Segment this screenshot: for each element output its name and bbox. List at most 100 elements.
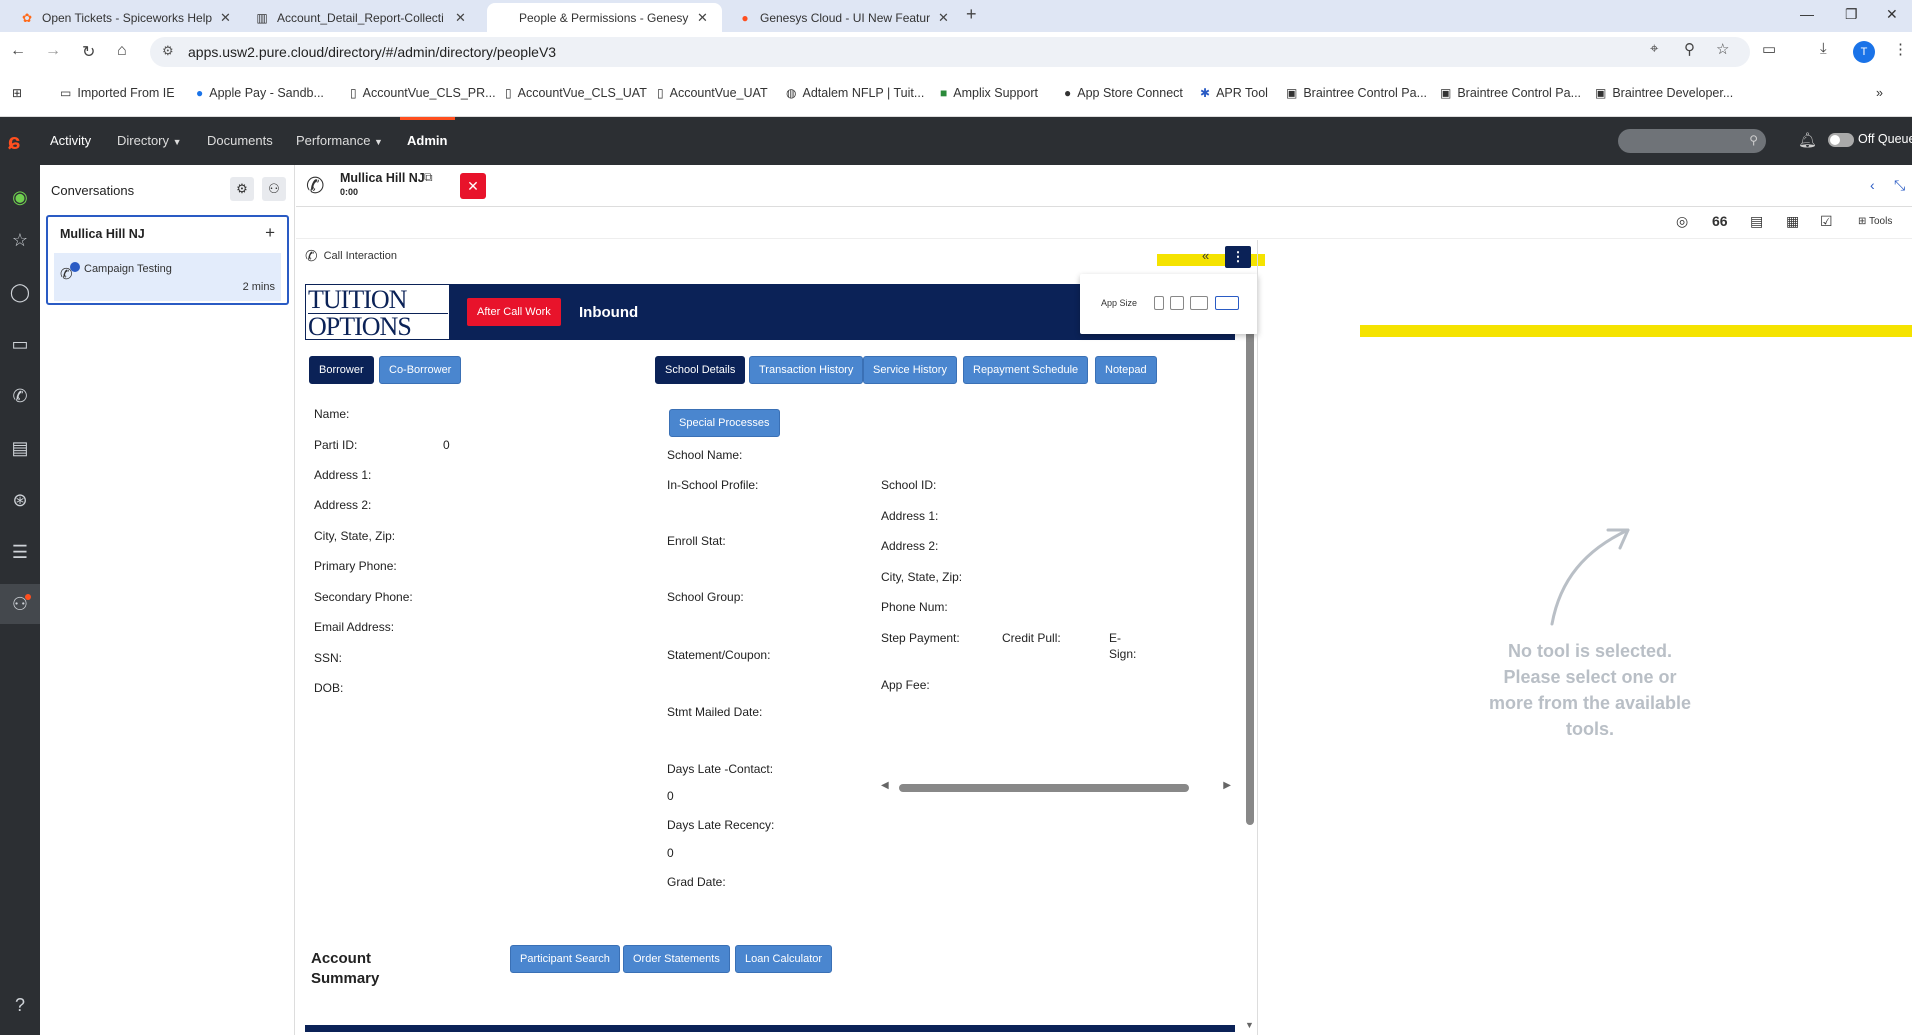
collapse-icon[interactable]: ⤡ <box>1894 177 1905 194</box>
horizontal-scrollbar[interactable]: ◀ ▶ <box>881 780 1231 794</box>
tools-button[interactable]: ⊞ Tools <box>1858 216 1892 227</box>
bookmark-item[interactable]: ▣ Braintree Control Pa... <box>1286 86 1427 100</box>
collapse-panel-icon[interactable]: « <box>1202 248 1209 263</box>
bookmark-item[interactable]: ▯ AccountVue_CLS_PR... <box>350 86 496 100</box>
close-tab-icon[interactable]: ✕ <box>697 10 708 26</box>
after-call-work-badge[interactable]: After Call Work <box>467 298 561 326</box>
wrapup-icon[interactable]: ☑ <box>1820 213 1833 230</box>
bookmark-star-icon[interactable]: ☆ <box>1716 40 1729 58</box>
bookmark-item[interactable]: ■ Amplix Support <box>940 86 1038 100</box>
people-icon[interactable]: ⚇ <box>0 584 40 624</box>
hangup-icon[interactable]: ✕ <box>460 173 486 199</box>
script-icon[interactable]: ▤ <box>1750 213 1763 230</box>
vertical-scrollbar[interactable]: ▼ <box>1245 330 1255 1030</box>
order-statements-button[interactable]: Order Statements <box>623 945 730 973</box>
scroll-right-icon[interactable]: ▶ <box>1223 780 1231 791</box>
support-icon[interactable]: ⊛ <box>0 480 40 520</box>
video-icon[interactable]: ▭ <box>0 324 40 364</box>
close-tab-icon[interactable]: ✕ <box>938 10 949 26</box>
browser-tab-genesys-ui[interactable]: ● Genesys Cloud - UI New Featur ✕ <box>728 3 963 32</box>
chat-icon[interactable]: ◯ <box>0 272 40 312</box>
copy-icon[interactable]: ⧉ <box>424 170 433 185</box>
profile-avatar[interactable]: T <box>1853 41 1875 63</box>
close-tab-icon[interactable]: ✕ <box>455 10 466 26</box>
add-icon[interactable]: + <box>265 223 275 243</box>
nav-activity[interactable]: Activity <box>50 133 91 148</box>
transaction-history-tab[interactable]: Transaction History <box>749 356 864 384</box>
inbox-icon[interactable]: ▤ <box>0 428 40 468</box>
chevron-left-icon[interactable]: ‹ <box>1870 177 1875 193</box>
conversation-card[interactable]: Mullica Hill NJ + ✆ Campaign Testing 2 m… <box>46 215 289 305</box>
bookmark-item[interactable]: ▯ AccountVue_UAT <box>657 86 768 100</box>
add-participant-icon[interactable]: ⚇ <box>262 177 286 201</box>
bookmark-item[interactable]: ✱ APR Tool <box>1200 86 1268 100</box>
apps-grid-icon[interactable]: ⊞ <box>12 86 28 100</box>
reload-icon[interactable]: ↻ <box>82 42 95 62</box>
loan-calculator-button[interactable]: Loan Calculator <box>735 945 833 973</box>
browser-tab-people-permissions[interactable]: People & Permissions - Genesy ✕ <box>487 3 722 32</box>
notepad-tab[interactable]: Notepad <box>1095 356 1157 384</box>
school-details-tab[interactable]: School Details <box>655 356 746 384</box>
close-window-icon[interactable]: ✕ <box>1886 6 1898 23</box>
new-tab-icon[interactable]: + <box>966 4 977 25</box>
participant-search-button[interactable]: Participant Search <box>510 945 620 973</box>
repayment-schedule-tab[interactable]: Repayment Schedule <box>963 356 1089 384</box>
settings-gear-icon[interactable]: ⚙ <box>230 177 254 201</box>
conversation-item[interactable]: ✆ Campaign Testing 2 mins <box>54 253 281 301</box>
nav-admin[interactable]: Admin <box>407 133 447 148</box>
browser-tab-spiceworks[interactable]: ✿ Open Tickets - Spiceworks Help ✕ <box>10 3 245 32</box>
presence-status-icon[interactable]: ◉ <box>0 177 40 217</box>
service-history-tab[interactable]: Service History <box>863 356 957 384</box>
quote-icon[interactable]: 66 <box>1712 213 1728 229</box>
bookmark-item[interactable]: ◍ Adtalem NFLP | Tuit... <box>786 86 924 100</box>
browser-menu-icon[interactable]: ⋮ <box>1893 40 1908 58</box>
restore-icon[interactable]: ❐ <box>1845 6 1858 23</box>
notification-bell-icon[interactable]: 🔔︎ <box>1798 131 1817 149</box>
bookmark-item[interactable]: ▣ Braintree Developer... <box>1595 86 1733 100</box>
bookmark-item[interactable]: ▣ Braintree Control Pa... <box>1440 86 1581 100</box>
download-icon[interactable]: ⤓ <box>1820 40 1827 57</box>
bookmark-item[interactable]: ● App Store Connect <box>1064 86 1183 100</box>
special-processes-button[interactable]: Special Processes <box>669 409 780 437</box>
co-borrower-tab[interactable]: Co-Borrower <box>379 356 462 384</box>
site-info-icon[interactable]: ⚙ <box>162 43 174 59</box>
close-tab-icon[interactable]: ✕ <box>220 10 231 26</box>
phone-icon[interactable]: ✆ <box>0 376 40 416</box>
url-field[interactable]: ⚙ apps.usw2.pure.cloud/directory/#/admin… <box>150 37 1750 67</box>
chevron-down-icon: ▼ <box>172 137 182 147</box>
app-size-large[interactable] <box>1190 296 1208 310</box>
minimize-icon[interactable]: — <box>1800 6 1814 22</box>
app-size-small[interactable] <box>1154 296 1164 310</box>
list-icon[interactable]: ☰ <box>0 532 40 572</box>
more-options-icon[interactable]: ⋮ <box>1225 246 1251 268</box>
cast-icon[interactable]: ▭ <box>1762 40 1776 58</box>
location-icon[interactable]: ⌖ <box>1650 40 1658 57</box>
app-size-xlarge[interactable] <box>1215 296 1239 310</box>
back-icon[interactable]: ← <box>10 42 26 60</box>
bookmark-item[interactable]: ● Apple Pay - Sandb... <box>196 86 324 100</box>
more-bookmarks-icon[interactable]: » <box>1876 86 1883 100</box>
favorites-star-icon[interactable]: ☆ <box>0 220 40 260</box>
forward-icon[interactable]: → <box>45 42 61 60</box>
bookmark-item[interactable]: ▭ Imported From IE <box>60 86 175 100</box>
spiceworks-icon: ✿ <box>21 10 33 25</box>
scroll-down-icon[interactable]: ▼ <box>1245 1020 1254 1030</box>
global-search-input[interactable]: ⚲ <box>1618 129 1766 153</box>
borrower-tab[interactable]: Borrower <box>309 356 374 384</box>
home-icon[interactable]: ⌂ <box>117 42 127 60</box>
help-icon[interactable]: ? <box>0 985 40 1025</box>
nav-performance[interactable]: Performance ▼ <box>296 133 383 148</box>
zoom-icon[interactable]: ⚲ <box>1684 40 1695 58</box>
scroll-thumb[interactable] <box>899 784 1189 792</box>
app-size-medium[interactable] <box>1170 296 1184 310</box>
scroll-thumb[interactable] <box>1246 330 1254 825</box>
nav-directory[interactable]: Directory ▼ <box>117 133 182 148</box>
schedule-icon[interactable]: ▦ <box>1786 213 1799 230</box>
nav-documents[interactable]: Documents <box>207 133 273 148</box>
bookmark-item[interactable]: ▯ AccountVue_CLS_UAT <box>505 86 647 100</box>
contact-icon[interactable]: ◎ <box>1676 213 1688 230</box>
genesys-logo-icon[interactable]: ɕ <box>8 129 30 155</box>
queue-toggle[interactable] <box>1828 133 1854 147</box>
scroll-left-icon[interactable]: ◀ <box>881 780 889 791</box>
browser-tab-account-detail[interactable]: ▥ Account_Detail_Report-Collecti ✕ <box>245 3 485 32</box>
